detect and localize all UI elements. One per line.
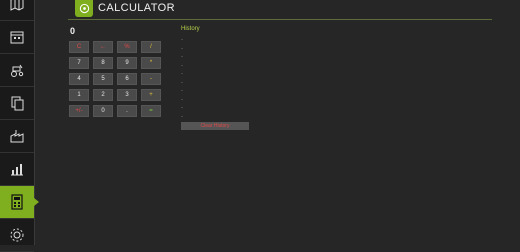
calculator-keypad: C ←% / 7 8 9 * 4 5 6- 1 2 3 + +/- 0. = [69,41,161,117]
header-divider [68,19,492,20]
tractor-icon [11,64,24,77]
history-entry: - [181,88,183,94]
key-button[interactable]: 8 [93,57,113,69]
key-button[interactable]: 3 [117,89,137,101]
history-list: - - - - - - - - - - [181,36,183,121]
calculator-display: 0 [70,26,76,36]
sidebar-item-vehicles[interactable] [0,54,34,87]
history-entry: - [181,37,183,43]
key-button[interactable]: = [141,105,161,117]
page-title: CALCULATOR [98,2,175,14]
sidebar-item-settings[interactable] [0,219,34,252]
sidebar [0,0,39,252]
key-button[interactable]: / [141,41,161,53]
key-button[interactable]: - [141,73,161,85]
key-button[interactable]: + [141,89,161,101]
history-entry: - [181,105,183,111]
clear-history-button[interactable]: Clear History [181,122,249,130]
history-entry: - [181,54,183,60]
key-button[interactable]: . [117,105,137,117]
history-entry: - [181,71,183,77]
map-icon [10,0,24,11]
key-button[interactable]: 7 [69,57,89,69]
sidebar-item-calculator[interactable] [0,186,39,219]
settings-icon [10,228,24,242]
key-button[interactable]: 6 [117,73,137,85]
key-button[interactable]: +/- [69,105,89,117]
sidebar-item-documents[interactable] [0,87,34,120]
sidebar-item-production[interactable] [0,120,34,153]
key-button[interactable]: ← [93,41,113,53]
sidebar-item-map[interactable] [0,0,34,21]
key-button[interactable]: 1 [69,89,89,101]
documents-icon [11,96,24,111]
key-button[interactable]: 9 [117,57,137,69]
key-button[interactable]: 4 [69,73,89,85]
key-button[interactable]: 0 [93,105,113,117]
statistics-icon [11,164,23,176]
history-entry: - [181,79,183,86]
calculator-icon [11,194,23,210]
sidebar-item-calendar[interactable] [0,21,34,54]
history-entry: - [181,62,183,69]
key-button[interactable]: % [117,41,137,53]
history-entry: - [181,45,183,52]
sidebar-item-statistics[interactable] [0,153,34,186]
key-button[interactable]: 5 [93,73,113,85]
key-button[interactable]: * [141,57,161,69]
history-title: History [181,26,200,32]
factory-icon [10,130,24,143]
history-entry: - [181,113,183,120]
key-button[interactable]: 2 [93,89,113,101]
key-button[interactable]: C [69,41,89,53]
history-entry: - [181,96,183,103]
calendar-icon [10,31,24,44]
calculator-header-icon [75,0,93,17]
